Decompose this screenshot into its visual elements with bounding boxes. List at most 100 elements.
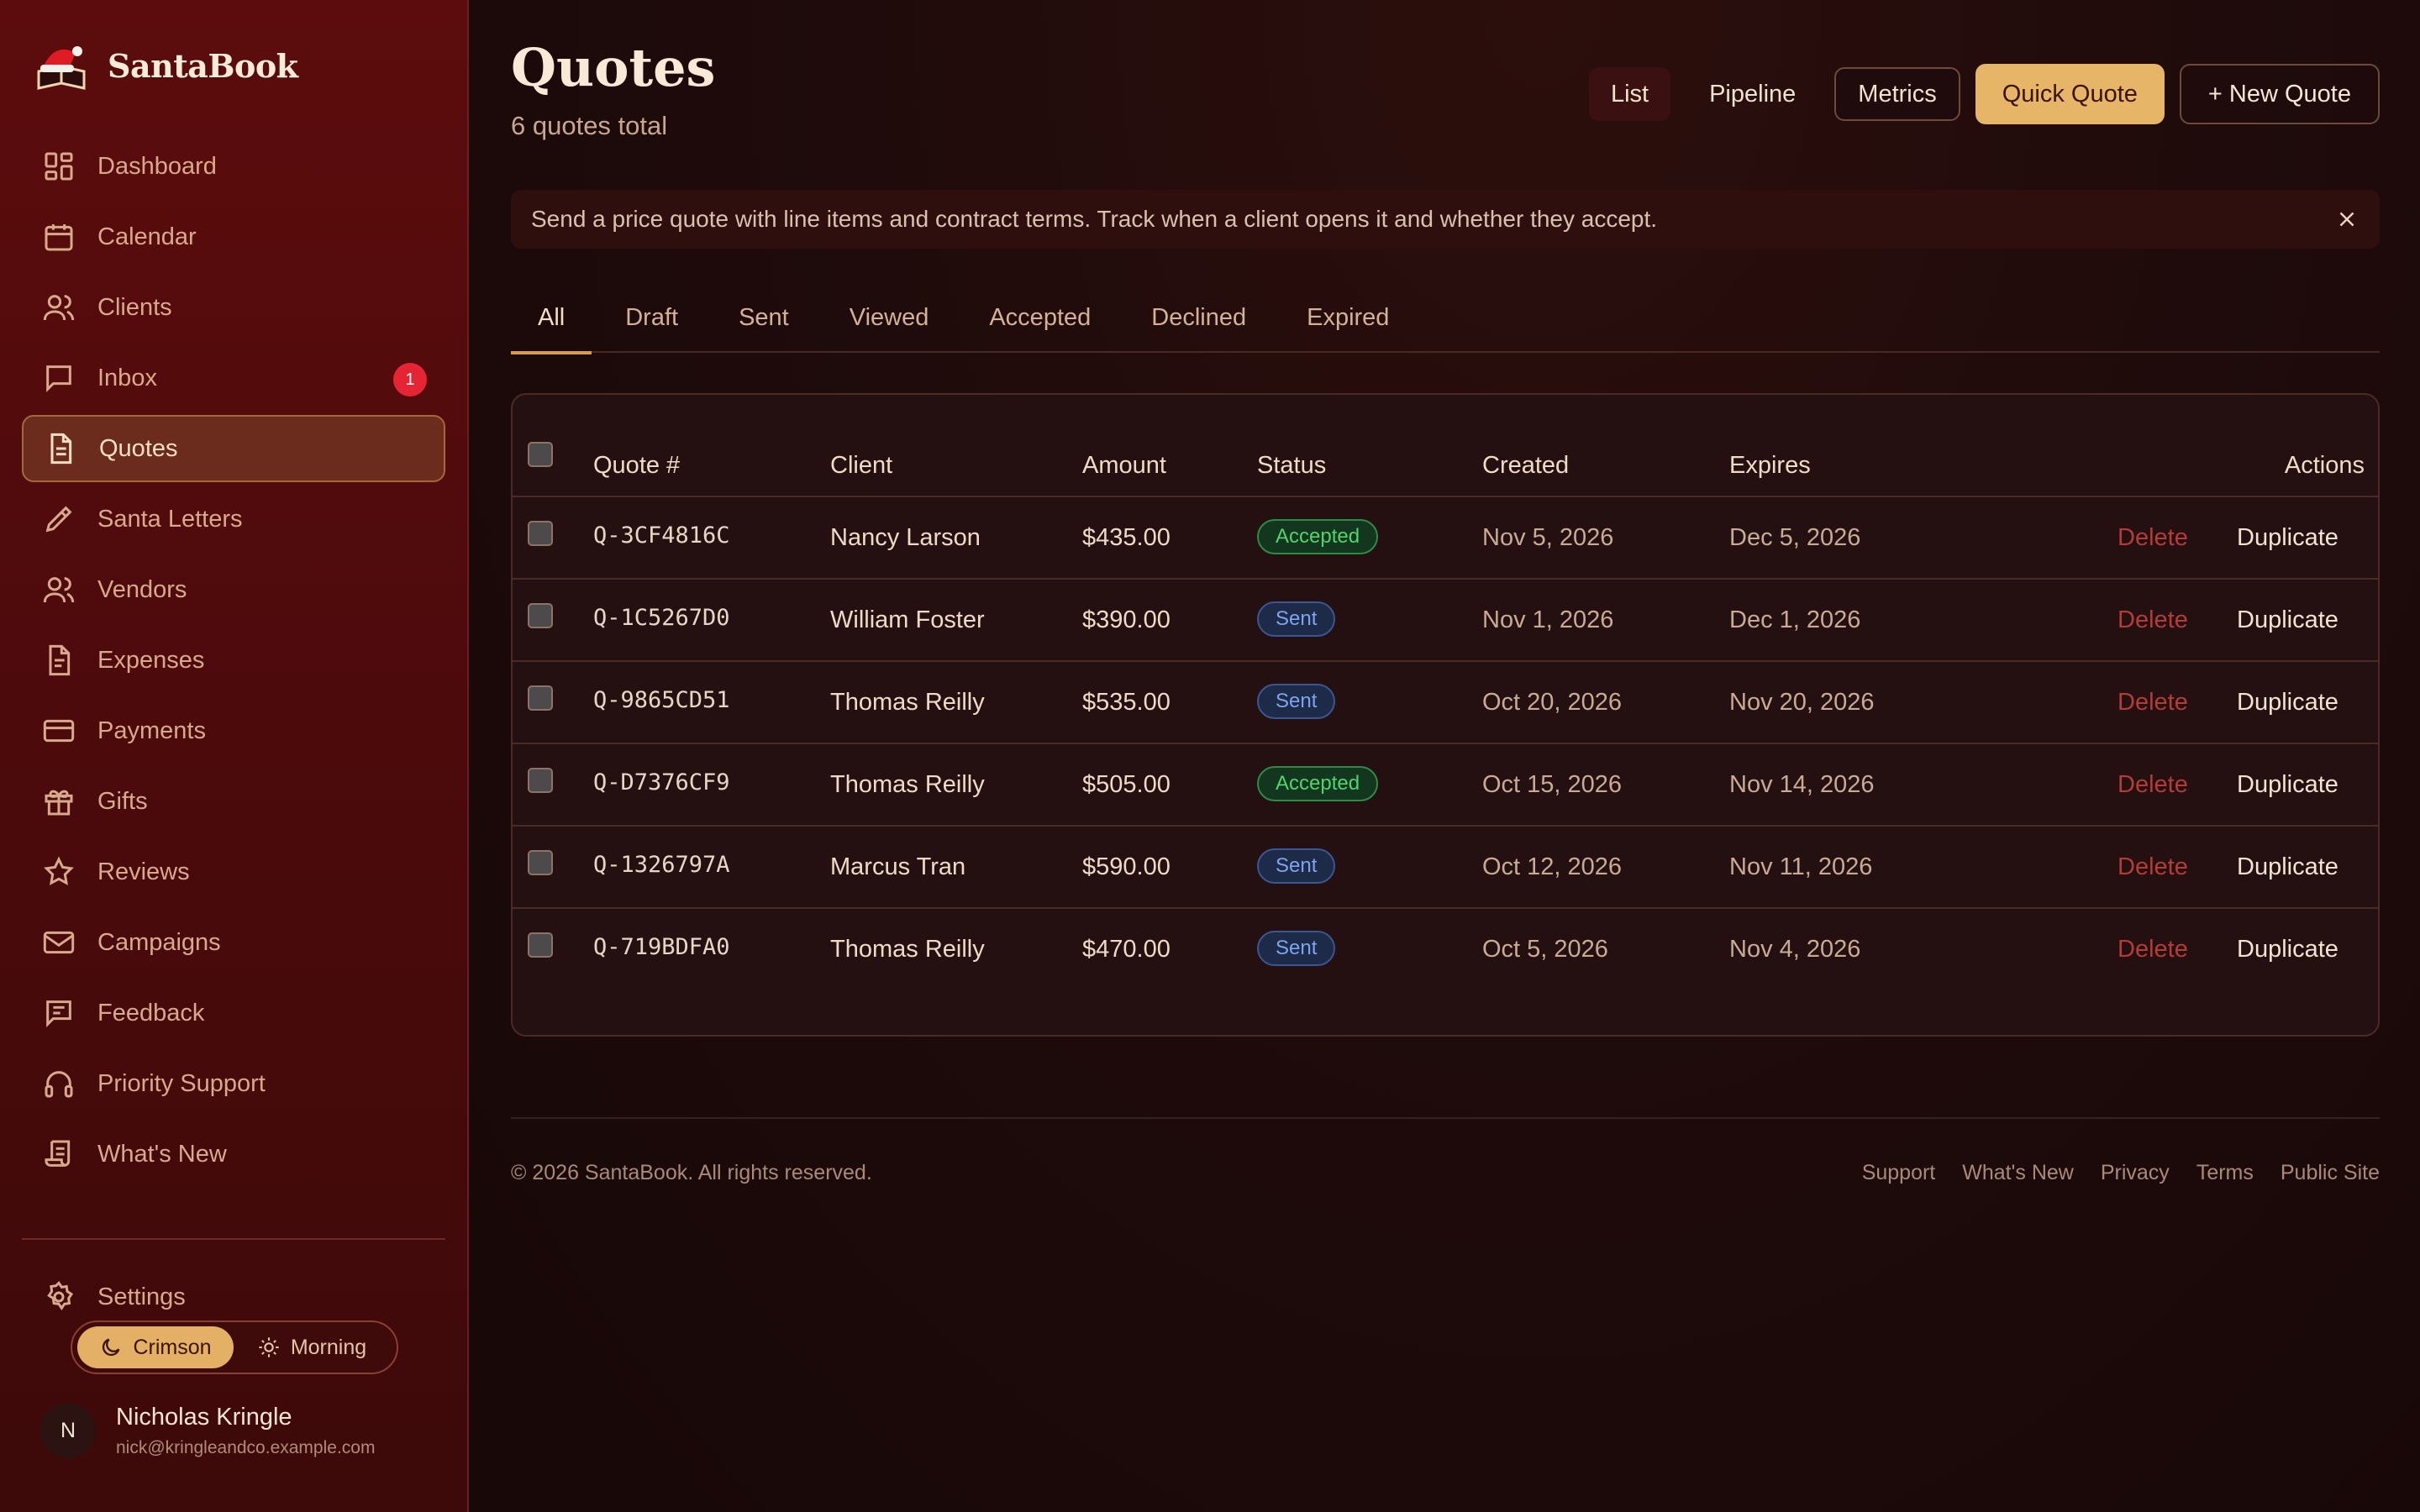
client-name: Nancy Larson bbox=[830, 524, 981, 551]
tab-sent[interactable]: Sent bbox=[712, 294, 816, 353]
sidebar-item-campaigns[interactable]: Campaigns bbox=[22, 909, 445, 976]
delete-button[interactable]: Delete bbox=[2118, 936, 2188, 963]
sidebar-item-label: Dashboard bbox=[97, 152, 217, 180]
banner-text: Send a price quote with line items and c… bbox=[531, 206, 1658, 232]
sidebar-item-quotes[interactable]: Quotes bbox=[22, 415, 445, 482]
sidebar-item-label: Settings bbox=[97, 1283, 186, 1310]
delete-button[interactable]: Delete bbox=[2118, 771, 2188, 799]
tab-all[interactable]: All bbox=[511, 294, 592, 354]
sidebar-nav: Dashboard Calendar Clients Inbox 1 Quote… bbox=[22, 133, 445, 1188]
row-checkbox[interactable] bbox=[528, 603, 553, 628]
theme-option-morning[interactable]: Morning bbox=[234, 1326, 390, 1368]
view-list-button[interactable]: List bbox=[1588, 67, 1671, 121]
sidebar-item-vendors[interactable]: Vendors bbox=[22, 556, 445, 623]
row-checkbox[interactable] bbox=[528, 850, 553, 875]
inbox-count-badge: 1 bbox=[393, 363, 427, 396]
tab-viewed[interactable]: Viewed bbox=[823, 294, 956, 353]
row-checkbox[interactable] bbox=[528, 685, 553, 711]
brand[interactable]: SantaBook bbox=[22, 0, 445, 131]
sidebar-item-expenses[interactable]: Expenses bbox=[22, 627, 445, 694]
theme-option-crimson[interactable]: Crimson bbox=[77, 1326, 234, 1368]
status-badge: Sent bbox=[1257, 848, 1336, 884]
duplicate-button[interactable]: Duplicate bbox=[2237, 689, 2338, 717]
quote-id[interactable]: Q-9865CD51 bbox=[593, 687, 730, 713]
client-name: Thomas Reilly bbox=[830, 936, 985, 963]
footer-link-privacy[interactable]: Privacy bbox=[2101, 1161, 2170, 1185]
sidebar-item-santa-letters[interactable]: Santa Letters bbox=[22, 486, 445, 553]
sidebar-item-gifts[interactable]: Gifts bbox=[22, 768, 445, 835]
sidebar-item-reviews[interactable]: Reviews bbox=[22, 838, 445, 906]
new-quote-button[interactable]: + New Quote bbox=[2179, 64, 2380, 124]
amount: $435.00 bbox=[1082, 524, 1171, 551]
close-icon[interactable] bbox=[2334, 207, 2360, 232]
quick-quote-button[interactable]: Quick Quote bbox=[1975, 64, 2165, 124]
sidebar-item-clients[interactable]: Clients bbox=[22, 274, 445, 341]
table-row[interactable]: Q-9865CD51 Thomas Reilly $535.00 Sent Oc… bbox=[513, 662, 2378, 744]
column-header-quote[interactable]: Quote # bbox=[593, 452, 680, 480]
sidebar-item-dashboard[interactable]: Dashboard bbox=[22, 133, 445, 200]
users-icon bbox=[43, 577, 75, 603]
delete-button[interactable]: Delete bbox=[2118, 606, 2188, 634]
view-metrics-button[interactable]: Metrics bbox=[1834, 67, 1960, 121]
tab-accepted[interactable]: Accepted bbox=[962, 294, 1118, 353]
gift-icon bbox=[45, 790, 73, 816]
delete-button[interactable]: Delete bbox=[2118, 524, 2188, 552]
table-row[interactable]: Q-3CF4816C Nancy Larson $435.00 Accepted… bbox=[513, 497, 2378, 580]
tab-declined[interactable]: Declined bbox=[1124, 294, 1273, 353]
quote-id[interactable]: Q-719BDFA0 bbox=[593, 934, 730, 960]
sidebar-item-inbox[interactable]: Inbox 1 bbox=[22, 344, 445, 412]
footer-link-whats-new[interactable]: What's New bbox=[1962, 1161, 2074, 1185]
dashboard-icon bbox=[45, 152, 73, 181]
duplicate-button[interactable]: Duplicate bbox=[2237, 771, 2338, 799]
sidebar-item-label: Vendors bbox=[97, 575, 187, 603]
sidebar-item-whats-new[interactable]: What's New bbox=[22, 1121, 445, 1188]
table-row[interactable]: Q-1326797A Marcus Tran $590.00 Sent Oct … bbox=[513, 827, 2378, 909]
sidebar-item-label: What's New bbox=[97, 1140, 227, 1168]
column-header-created[interactable]: Created bbox=[1482, 452, 1569, 480]
santa-book-logo-icon bbox=[37, 46, 86, 90]
duplicate-button[interactable]: Duplicate bbox=[2237, 524, 2338, 552]
column-header-amount[interactable]: Amount bbox=[1082, 452, 1166, 480]
quote-id[interactable]: Q-1326797A bbox=[593, 852, 730, 878]
quote-id[interactable]: Q-D7376CF9 bbox=[593, 769, 730, 795]
select-all-checkbox[interactable] bbox=[528, 442, 553, 467]
view-pipeline-button[interactable]: Pipeline bbox=[1687, 67, 1818, 121]
delete-button[interactable]: Delete bbox=[2118, 689, 2188, 717]
sun-icon bbox=[259, 1337, 279, 1357]
footer-link-public-site[interactable]: Public Site bbox=[2281, 1161, 2380, 1185]
tab-expired[interactable]: Expired bbox=[1280, 294, 1416, 353]
column-header-actions: Actions bbox=[2284, 452, 2365, 479]
client-name: Thomas Reilly bbox=[830, 771, 985, 798]
footer-link-support[interactable]: Support bbox=[1862, 1161, 1936, 1185]
table-row[interactable]: Q-D7376CF9 Thomas Reilly $505.00 Accepte… bbox=[513, 744, 2378, 827]
client-name: Thomas Reilly bbox=[830, 689, 985, 716]
duplicate-button[interactable]: Duplicate bbox=[2237, 853, 2338, 881]
table-row[interactable]: Q-719BDFA0 Thomas Reilly $470.00 Sent Oc… bbox=[513, 909, 2378, 991]
quote-id[interactable]: Q-1C5267D0 bbox=[593, 605, 730, 631]
theme-toggle: Crimson Morning bbox=[71, 1320, 398, 1374]
duplicate-button[interactable]: Duplicate bbox=[2237, 606, 2338, 634]
delete-button[interactable]: Delete bbox=[2118, 853, 2188, 881]
table-row[interactable]: Q-1C5267D0 William Foster $390.00 Sent N… bbox=[513, 580, 2378, 662]
quote-id[interactable]: Q-3CF4816C bbox=[593, 522, 730, 549]
main-content: Quotes 6 quotes total List Pipeline Metr… bbox=[469, 0, 2420, 1512]
duplicate-button[interactable]: Duplicate bbox=[2237, 936, 2338, 963]
sidebar-item-calendar[interactable]: Calendar bbox=[22, 203, 445, 270]
footer-link-terms[interactable]: Terms bbox=[2196, 1161, 2254, 1185]
sidebar-item-label: Clients bbox=[97, 293, 172, 321]
sidebar-item-payments[interactable]: Payments bbox=[22, 697, 445, 764]
row-checkbox[interactable] bbox=[528, 768, 553, 793]
client-name: William Foster bbox=[830, 606, 985, 633]
row-checkbox[interactable] bbox=[528, 521, 553, 546]
user-profile[interactable]: N Nicholas Kringle nick@kringleandco.exa… bbox=[40, 1403, 375, 1458]
column-header-status[interactable]: Status bbox=[1257, 452, 1326, 480]
theme-option-label: Crimson bbox=[133, 1335, 212, 1359]
row-checkbox[interactable] bbox=[528, 932, 553, 958]
status-badge: Accepted bbox=[1257, 766, 1379, 801]
column-header-client[interactable]: Client bbox=[830, 452, 892, 480]
sidebar-item-feedback[interactable]: Feedback bbox=[22, 979, 445, 1047]
tab-draft[interactable]: Draft bbox=[598, 294, 705, 353]
column-header-expires[interactable]: Expires bbox=[1729, 452, 1811, 480]
sidebar-item-priority-support[interactable]: Priority Support bbox=[22, 1050, 445, 1117]
status-badge: Sent bbox=[1257, 684, 1336, 719]
